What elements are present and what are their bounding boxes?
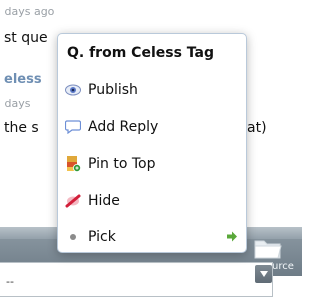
eye-icon <box>64 81 82 99</box>
menu-item-label: Pin to Top <box>88 156 156 172</box>
menu-item-label: Hide <box>88 193 120 209</box>
chevron-down-icon <box>259 271 268 277</box>
folder-icon <box>254 240 282 259</box>
menu-item-hide[interactable]: Hide <box>64 188 242 214</box>
context-menu: Q. from Celess Tag Publish Add Reply Pin… <box>57 33 247 253</box>
speech-bubble-icon <box>64 118 82 136</box>
menu-item-label: Publish <box>88 82 138 98</box>
context-menu-title: Q. from Celess Tag <box>67 45 214 61</box>
pin-top-icon <box>64 155 82 173</box>
menu-item-pick[interactable]: Pick <box>64 224 242 250</box>
bullet-icon <box>64 228 82 246</box>
menu-item-label: Pick <box>88 229 116 245</box>
post-timestamp: 2 days ago <box>0 5 55 18</box>
reply-timestamp: 2 days <box>0 97 31 110</box>
reply-text-fragment-right: at) <box>247 120 267 136</box>
menu-item-label: Add Reply <box>88 119 159 135</box>
menu-item-publish[interactable]: Publish <box>64 77 242 103</box>
category-select-value: -- <box>6 275 14 288</box>
post-title-fragment[interactable]: st que <box>4 30 48 46</box>
menu-item-pin-to-top[interactable]: Pin to Top <box>64 151 242 177</box>
submenu-arrow-icon <box>227 231 237 242</box>
select-dropdown-button[interactable] <box>255 265 272 283</box>
reply-username[interactable]: eless <box>4 72 42 87</box>
hide-icon <box>64 192 82 210</box>
category-select[interactable]: -- <box>0 262 273 297</box>
menu-item-add-reply[interactable]: Add Reply <box>64 114 242 140</box>
reply-text-fragment-left: the s <box>4 120 39 136</box>
